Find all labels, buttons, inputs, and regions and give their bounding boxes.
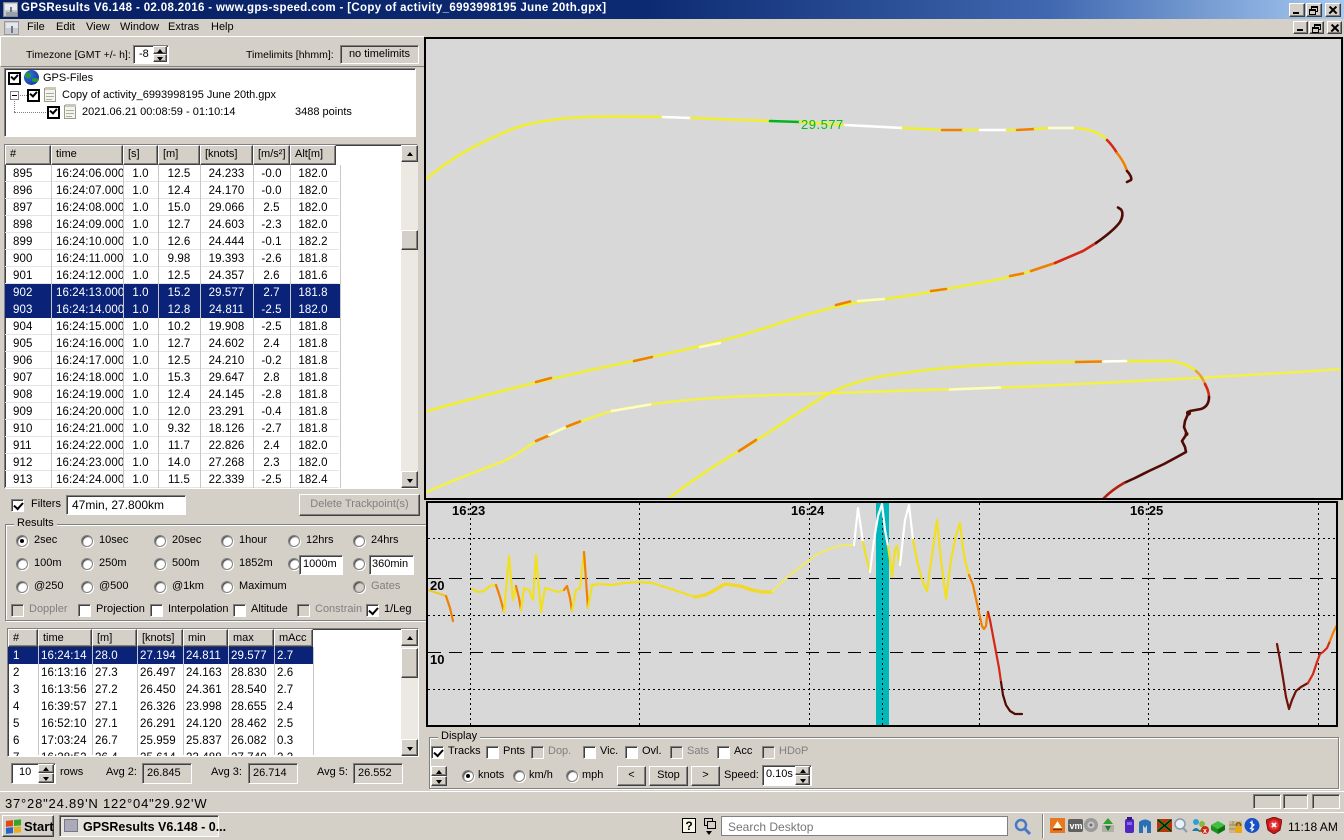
svg-text:16:25: 16:25 [1130, 503, 1163, 518]
svg-text:16:24: 16:24 [791, 503, 825, 518]
svg-text:20: 20 [430, 578, 444, 593]
svg-text:16:23: 16:23 [452, 503, 485, 518]
svg-text:29.577: 29.577 [801, 117, 844, 132]
svg-text:10: 10 [430, 652, 444, 667]
svg-text:x: x [1203, 828, 1207, 835]
svg-text:vm: vm [1070, 821, 1083, 831]
